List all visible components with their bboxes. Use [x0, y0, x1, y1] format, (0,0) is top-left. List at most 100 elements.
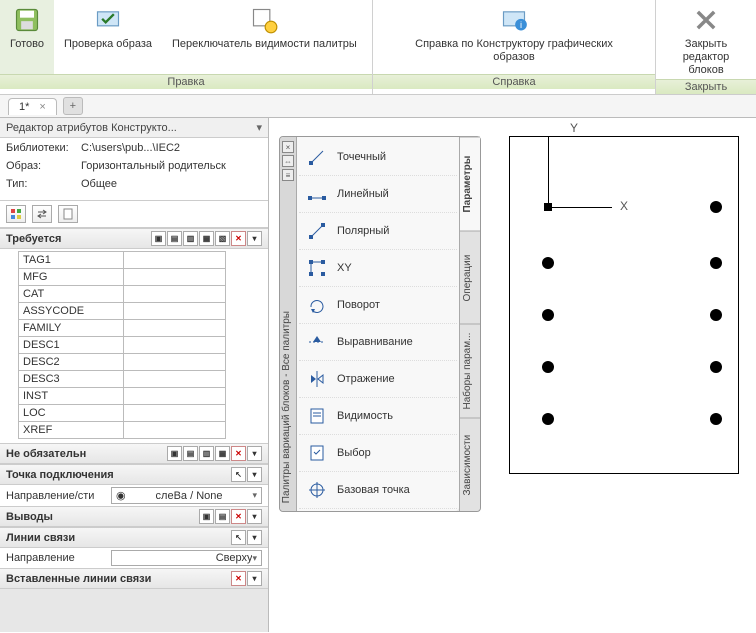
- sh-opt-2[interactable]: ▤: [183, 446, 198, 461]
- palette-item-rotate[interactable]: Поворот: [299, 287, 457, 324]
- ribbon-done-button[interactable]: Готово: [0, 0, 54, 74]
- palette-close-icon[interactable]: ×: [282, 141, 294, 153]
- section-optional-head[interactable]: Не обязательн ▣ ▤ ▥ ▦ ✕ ▾: [0, 443, 268, 464]
- palette-item-align[interactable]: Выравнивание: [299, 324, 457, 361]
- palette-item-label: Базовая точка: [337, 484, 410, 496]
- attr-key: CAT: [19, 286, 124, 303]
- sh-req-4[interactable]: ▦: [199, 231, 214, 246]
- sh-out-collapse[interactable]: ▾: [247, 509, 262, 524]
- palette-item-select[interactable]: Выбор: [299, 435, 457, 472]
- wires-dir-value[interactable]: Сверху ▾: [111, 550, 262, 566]
- section-connection-head[interactable]: Точка подключения ↖ ▾: [0, 464, 268, 485]
- sh-req-delete[interactable]: ✕: [231, 231, 246, 246]
- section-wires-head[interactable]: Линии связи ↖ ▾: [0, 527, 268, 548]
- doc-tab-active[interactable]: 1* ×: [8, 98, 57, 115]
- table-row[interactable]: XREF: [19, 422, 226, 439]
- palette-item-polar[interactable]: Полярный: [299, 213, 457, 250]
- y-axis-line: [548, 137, 549, 207]
- sh-iw-delete[interactable]: ✕: [231, 571, 246, 586]
- attr-value[interactable]: [124, 337, 226, 354]
- section-required-head[interactable]: Требуется ▣ ▤ ▥ ▦ ▧ ✕ ▾: [0, 228, 268, 249]
- palette-item-label: Точечный: [337, 151, 386, 163]
- grid-dot: [542, 309, 554, 321]
- table-row[interactable]: MFG: [19, 269, 226, 286]
- attr-value[interactable]: [124, 286, 226, 303]
- sh-req-collapse[interactable]: ▾: [247, 231, 262, 246]
- sh-opt-4[interactable]: ▦: [215, 446, 230, 461]
- sh-iw-collapse[interactable]: ▾: [247, 571, 262, 586]
- sh-opt-1[interactable]: ▣: [167, 446, 182, 461]
- sh-conn-collapse[interactable]: ▾: [247, 467, 262, 482]
- attr-value[interactable]: [124, 422, 226, 439]
- side-tab-params[interactable]: Параметры: [460, 137, 480, 231]
- table-row[interactable]: INST: [19, 388, 226, 405]
- sh-req-5[interactable]: ▧: [215, 231, 230, 246]
- attr-key: FAMILY: [19, 320, 124, 337]
- palette-item-label: Выбор: [337, 447, 371, 459]
- table-row[interactable]: TAG1: [19, 252, 226, 269]
- sh-conn-cursor[interactable]: ↖: [231, 467, 246, 482]
- palette-item-mirror[interactable]: Отражение: [299, 361, 457, 398]
- sh-out-delete[interactable]: ✕: [231, 509, 246, 524]
- palette-item-visibility[interactable]: Видимость: [299, 398, 457, 435]
- attr-value[interactable]: [124, 388, 226, 405]
- mini-btn-3[interactable]: [58, 205, 78, 223]
- ribbon-toggle-palette-button[interactable]: Переключатель видимости палитры: [162, 0, 367, 74]
- table-row[interactable]: FAMILY: [19, 320, 226, 337]
- mini-btn-2[interactable]: [32, 205, 52, 223]
- svg-text:i: i: [520, 20, 522, 30]
- attr-value[interactable]: [124, 269, 226, 286]
- table-row[interactable]: ASSYCODE: [19, 303, 226, 320]
- table-row[interactable]: DESC2: [19, 354, 226, 371]
- attr-key: INST: [19, 388, 124, 405]
- sh-req-1[interactable]: ▣: [151, 231, 166, 246]
- palette-menu-icon[interactable]: ≡: [282, 169, 294, 181]
- attr-editor-title-bar: Редактор атрибутов Конструкто... ▾: [0, 118, 268, 138]
- sh-opt-delete[interactable]: ✕: [231, 446, 246, 461]
- table-row[interactable]: LOC: [19, 405, 226, 422]
- table-row[interactable]: DESC1: [19, 337, 226, 354]
- attr-value[interactable]: [124, 320, 226, 337]
- doc-tab-new-button[interactable]: +: [63, 97, 83, 115]
- sh-wire-cursor[interactable]: ↖: [231, 530, 246, 545]
- palette-item-linear[interactable]: Линейный: [299, 176, 457, 213]
- ribbon-close-editor-label: Закрыть редактор блоков: [666, 38, 746, 77]
- sh-opt-collapse[interactable]: ▾: [247, 446, 262, 461]
- sh-req-2[interactable]: ▤: [167, 231, 182, 246]
- connection-dir-value[interactable]: ◉ слеВа / None ▾: [111, 487, 262, 504]
- attr-value[interactable]: [124, 371, 226, 388]
- attr-mini-toolbar: [0, 201, 268, 228]
- palette-item-xy[interactable]: XY: [299, 250, 457, 287]
- table-row[interactable]: CAT: [19, 286, 226, 303]
- side-tab-operations[interactable]: Операции: [460, 231, 480, 325]
- sh-wire-collapse[interactable]: ▾: [247, 530, 262, 545]
- canvas-area[interactable]: × ⇔ ≡ Палитры вариаций блоков - Все пали…: [269, 118, 756, 632]
- palette-pin-icon[interactable]: ⇔: [282, 155, 294, 167]
- ribbon-help-button[interactable]: i Справка по Конструктору графических об…: [394, 0, 634, 74]
- doc-tab-close-icon[interactable]: ×: [39, 101, 45, 113]
- ribbon-done-label: Готово: [10, 38, 44, 51]
- sh-out-1[interactable]: ▣: [199, 509, 214, 524]
- sh-req-3[interactable]: ▥: [183, 231, 198, 246]
- attr-value[interactable]: [124, 303, 226, 320]
- section-inserted-wires: Вставленные линии связи ✕ ▾: [0, 568, 268, 589]
- palette-grip[interactable]: × ⇔ ≡ Палитры вариаций блоков - Все пали…: [280, 137, 297, 511]
- palette-item-label: Видимость: [337, 410, 393, 422]
- section-inserted-wires-head[interactable]: Вставленные линии связи ✕ ▾: [0, 568, 268, 589]
- attr-value[interactable]: [124, 252, 226, 269]
- side-tab-constraints[interactable]: Зависимости: [460, 418, 480, 512]
- info-shape-val: Горизонтальный родительск: [81, 160, 262, 172]
- section-outputs-head[interactable]: Выводы ▣ ▤ ✕ ▾: [0, 506, 268, 527]
- attr-value[interactable]: [124, 354, 226, 371]
- sh-out-2[interactable]: ▤: [215, 509, 230, 524]
- attr-value[interactable]: [124, 405, 226, 422]
- attr-editor-title-dropdown-icon[interactable]: ▾: [256, 121, 262, 134]
- sh-opt-3[interactable]: ▥: [199, 446, 214, 461]
- palette-item-point[interactable]: Точечный: [299, 139, 457, 176]
- mini-btn-1[interactable]: [6, 205, 26, 223]
- table-row[interactable]: DESC3: [19, 371, 226, 388]
- palette-item-basepoint[interactable]: Базовая точка: [299, 472, 457, 509]
- side-tab-param-sets[interactable]: Наборы парам...: [460, 324, 480, 418]
- ribbon-check-button[interactable]: Проверка образа: [54, 0, 162, 74]
- ribbon-close-editor-button[interactable]: Закрыть редактор блоков: [656, 0, 756, 79]
